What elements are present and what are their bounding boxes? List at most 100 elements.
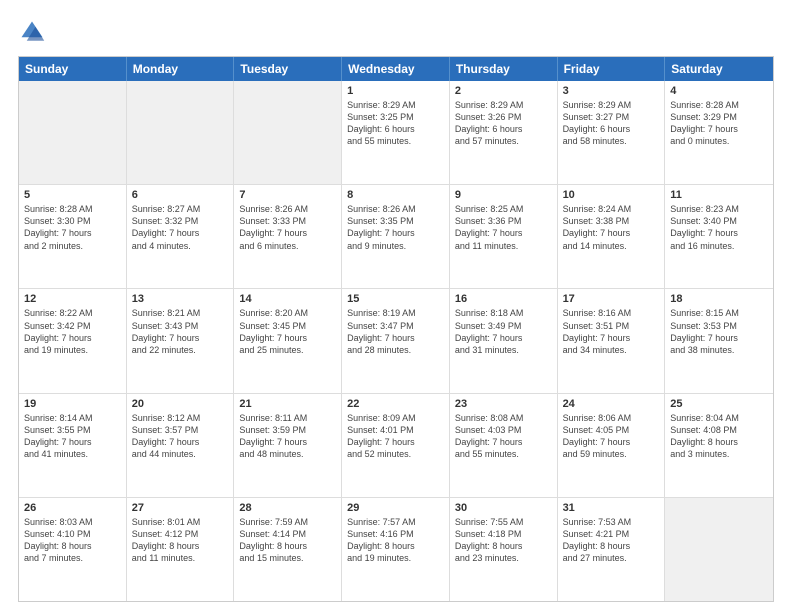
cell-text: Sunrise: 8:28 AMSunset: 3:30 PMDaylight:… xyxy=(24,203,121,252)
day-header-wednesday: Wednesday xyxy=(342,57,450,81)
cell-text: Sunrise: 7:59 AMSunset: 4:14 PMDaylight:… xyxy=(239,516,336,565)
cal-cell: 10 Sunrise: 8:24 AMSunset: 3:38 PMDayligh… xyxy=(558,185,666,288)
page: SundayMondayTuesdayWednesdayThursdayFrid… xyxy=(0,0,792,612)
cal-cell: 30 Sunrise: 7:55 AMSunset: 4:18 PMDayligh… xyxy=(450,498,558,601)
cal-cell: 3 Sunrise: 8:29 AMSunset: 3:27 PMDaylight… xyxy=(558,81,666,184)
cell-text: Sunrise: 8:14 AMSunset: 3:55 PMDaylight:… xyxy=(24,412,121,461)
cal-cell xyxy=(665,498,773,601)
cal-row-5: 26 Sunrise: 8:03 AMSunset: 4:10 PMDayligh… xyxy=(19,498,773,601)
cell-text: Sunrise: 8:12 AMSunset: 3:57 PMDaylight:… xyxy=(132,412,229,461)
day-number: 30 xyxy=(455,502,552,514)
cal-cell: 25Sunrise: 8:04 AMSunset: 4:08 PMDayligh… xyxy=(665,394,773,497)
cal-row-1: 1 Sunrise: 8:29 AMSunset: 3:25 PMDaylight… xyxy=(19,81,773,185)
cell-text: Sunrise: 8:29 AMSunset: 3:25 PMDaylight:… xyxy=(347,99,444,148)
cell-text: Sunrise: 8:06 AMSunset: 4:05 PMDaylight:… xyxy=(563,412,660,461)
cell-text: Sunrise: 8:01 AMSunset: 4:12 PMDaylight:… xyxy=(132,516,229,565)
day-number: 5 xyxy=(24,189,121,201)
cell-text: Sunrise: 8:11 AMSunset: 3:59 PMDaylight:… xyxy=(239,412,336,461)
cal-cell: 13 Sunrise: 8:21 AMSunset: 3:43 PMDayligh… xyxy=(127,289,235,392)
day-number: 24 xyxy=(563,398,660,410)
cal-cell: 18Sunrise: 8:15 AMSunset: 3:53 PMDayligh… xyxy=(665,289,773,392)
cal-cell: 14 Sunrise: 8:20 AMSunset: 3:45 PMDayligh… xyxy=(234,289,342,392)
day-number: 8 xyxy=(347,189,444,201)
cell-text: Sunrise: 8:20 AMSunset: 3:45 PMDaylight:… xyxy=(239,307,336,356)
day-header-saturday: Saturday xyxy=(665,57,773,81)
day-number: 22 xyxy=(347,398,444,410)
cal-cell: 5 Sunrise: 8:28 AMSunset: 3:30 PMDaylight… xyxy=(19,185,127,288)
day-number: 19 xyxy=(24,398,121,410)
day-header-friday: Friday xyxy=(558,57,666,81)
day-header-sunday: Sunday xyxy=(19,57,127,81)
day-headers: SundayMondayTuesdayWednesdayThursdayFrid… xyxy=(19,57,773,81)
cell-text: Sunrise: 7:53 AMSunset: 4:21 PMDaylight:… xyxy=(563,516,660,565)
day-number: 2 xyxy=(455,85,552,97)
cell-text: Sunrise: 8:03 AMSunset: 4:10 PMDaylight:… xyxy=(24,516,121,565)
cal-cell: 2Sunrise: 8:29 AMSunset: 3:26 PMDaylight… xyxy=(450,81,558,184)
cal-row-2: 5 Sunrise: 8:28 AMSunset: 3:30 PMDaylight… xyxy=(19,185,773,289)
cal-cell: 23 Sunrise: 8:08 AMSunset: 4:03 PMDayligh… xyxy=(450,394,558,497)
cal-cell: 20Sunrise: 8:12 AMSunset: 3:57 PMDayligh… xyxy=(127,394,235,497)
cal-cell: 27 Sunrise: 8:01 AMSunset: 4:12 PMDayligh… xyxy=(127,498,235,601)
day-number: 6 xyxy=(132,189,229,201)
cell-text: Sunrise: 7:57 AMSunset: 4:16 PMDaylight:… xyxy=(347,516,444,565)
day-number: 4 xyxy=(670,85,768,97)
day-number: 3 xyxy=(563,85,660,97)
cal-cell: 1 Sunrise: 8:29 AMSunset: 3:25 PMDaylight… xyxy=(342,81,450,184)
cell-text: Sunrise: 8:23 AMSunset: 3:40 PMDaylight:… xyxy=(670,203,768,252)
cell-text: Sunrise: 7:55 AMSunset: 4:18 PMDaylight:… xyxy=(455,516,552,565)
day-number: 9 xyxy=(455,189,552,201)
cal-cell: 4 Sunrise: 8:28 AMSunset: 3:29 PMDaylight… xyxy=(665,81,773,184)
cell-text: Sunrise: 8:26 AMSunset: 3:33 PMDaylight:… xyxy=(239,203,336,252)
cell-text: Sunrise: 8:18 AMSunset: 3:49 PMDaylight:… xyxy=(455,307,552,356)
cal-cell: 6Sunrise: 8:27 AMSunset: 3:32 PMDaylight… xyxy=(127,185,235,288)
cell-text: Sunrise: 8:26 AMSunset: 3:35 PMDaylight:… xyxy=(347,203,444,252)
day-number: 7 xyxy=(239,189,336,201)
cal-cell: 16 Sunrise: 8:18 AMSunset: 3:49 PMDayligh… xyxy=(450,289,558,392)
day-number: 23 xyxy=(455,398,552,410)
cal-cell xyxy=(19,81,127,184)
day-number: 10 xyxy=(563,189,660,201)
day-header-thursday: Thursday xyxy=(450,57,558,81)
day-number: 29 xyxy=(347,502,444,514)
day-number: 16 xyxy=(455,293,552,305)
day-number: 18 xyxy=(670,293,768,305)
cell-text: Sunrise: 8:29 AMSunset: 3:27 PMDaylight:… xyxy=(563,99,660,148)
cell-text: Sunrise: 8:22 AMSunset: 3:42 PMDaylight:… xyxy=(24,307,121,356)
day-number: 12 xyxy=(24,293,121,305)
day-number: 14 xyxy=(239,293,336,305)
cal-cell: 12 Sunrise: 8:22 AMSunset: 3:42 PMDayligh… xyxy=(19,289,127,392)
cal-cell: 26 Sunrise: 8:03 AMSunset: 4:10 PMDayligh… xyxy=(19,498,127,601)
logo-icon xyxy=(18,18,46,46)
cal-row-3: 12 Sunrise: 8:22 AMSunset: 3:42 PMDayligh… xyxy=(19,289,773,393)
day-number: 1 xyxy=(347,85,444,97)
day-number: 27 xyxy=(132,502,229,514)
cal-cell: 21 Sunrise: 8:11 AMSunset: 3:59 PMDayligh… xyxy=(234,394,342,497)
cal-cell: 19 Sunrise: 8:14 AMSunset: 3:55 PMDayligh… xyxy=(19,394,127,497)
logo xyxy=(18,18,50,46)
day-number: 28 xyxy=(239,502,336,514)
cal-cell: 31Sunrise: 7:53 AMSunset: 4:21 PMDayligh… xyxy=(558,498,666,601)
day-number: 11 xyxy=(670,189,768,201)
cell-text: Sunrise: 8:21 AMSunset: 3:43 PMDaylight:… xyxy=(132,307,229,356)
day-header-tuesday: Tuesday xyxy=(234,57,342,81)
day-header-monday: Monday xyxy=(127,57,235,81)
cal-cell xyxy=(127,81,235,184)
cell-text: Sunrise: 8:28 AMSunset: 3:29 PMDaylight:… xyxy=(670,99,768,148)
day-number: 21 xyxy=(239,398,336,410)
day-number: 26 xyxy=(24,502,121,514)
cell-text: Sunrise: 8:04 AMSunset: 4:08 PMDaylight:… xyxy=(670,412,768,461)
cell-text: Sunrise: 8:19 AMSunset: 3:47 PMDaylight:… xyxy=(347,307,444,356)
cal-cell: 29 Sunrise: 7:57 AMSunset: 4:16 PMDayligh… xyxy=(342,498,450,601)
day-number: 15 xyxy=(347,293,444,305)
cell-text: Sunrise: 8:24 AMSunset: 3:38 PMDaylight:… xyxy=(563,203,660,252)
day-number: 13 xyxy=(132,293,229,305)
cell-text: Sunrise: 8:09 AMSunset: 4:01 PMDaylight:… xyxy=(347,412,444,461)
cal-cell: 22 Sunrise: 8:09 AMSunset: 4:01 PMDayligh… xyxy=(342,394,450,497)
cal-cell: 17Sunrise: 8:16 AMSunset: 3:51 PMDayligh… xyxy=(558,289,666,392)
cal-cell: 24 Sunrise: 8:06 AMSunset: 4:05 PMDayligh… xyxy=(558,394,666,497)
header xyxy=(18,18,774,46)
cell-text: Sunrise: 8:08 AMSunset: 4:03 PMDaylight:… xyxy=(455,412,552,461)
cal-cell: 28 Sunrise: 7:59 AMSunset: 4:14 PMDayligh… xyxy=(234,498,342,601)
cal-cell: 15 Sunrise: 8:19 AMSunset: 3:47 PMDayligh… xyxy=(342,289,450,392)
cal-cell: 11 Sunrise: 8:23 AMSunset: 3:40 PMDayligh… xyxy=(665,185,773,288)
